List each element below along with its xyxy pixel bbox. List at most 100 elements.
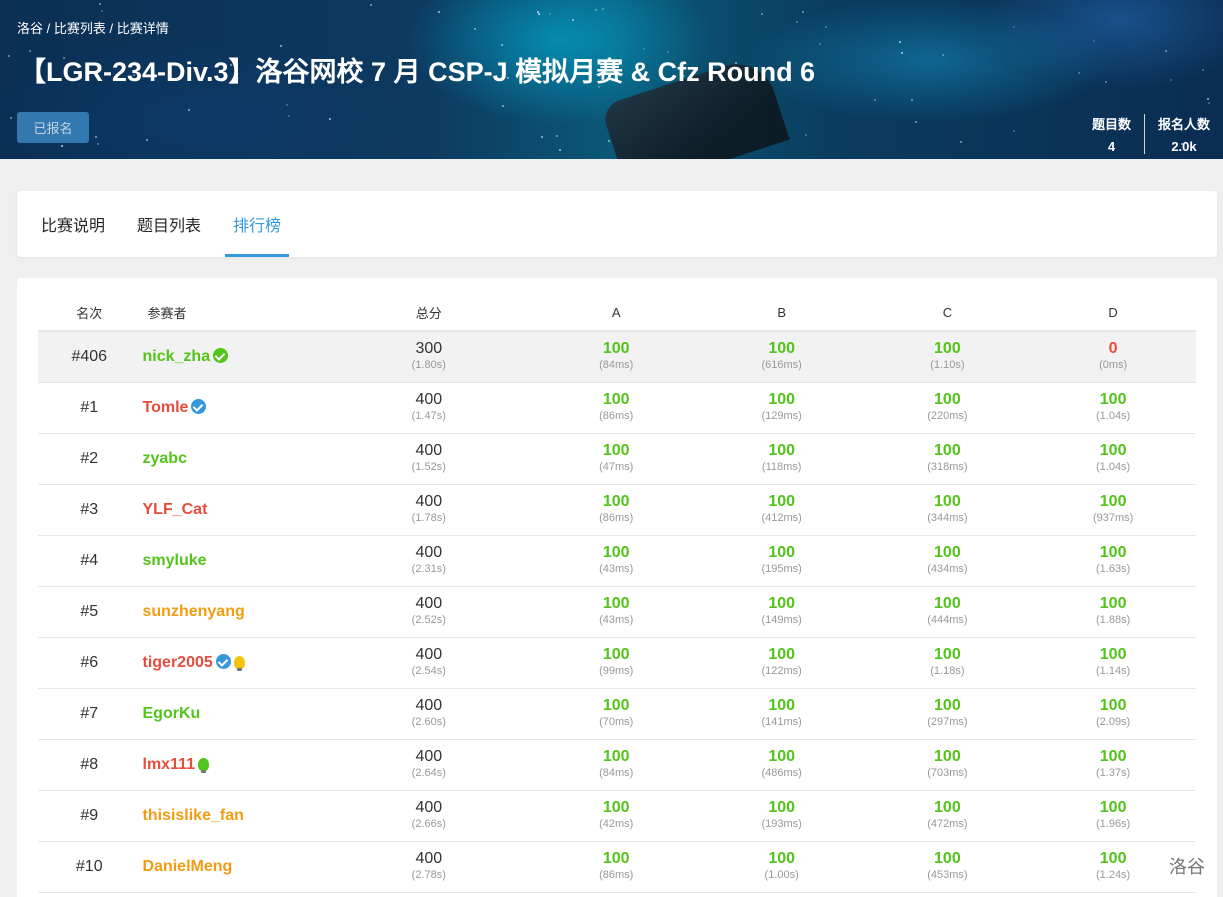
ranklist-row: #5 sunzhenyang 400 (2.52s) 100 (43ms) 100 (149m… xyxy=(38,586,1196,638)
problem-score: 100 xyxy=(768,391,796,408)
ranklist-row-self: #406 nick_zha 300 (1.80s) 100 (84ms) 100 (616ms… xyxy=(38,331,1196,383)
problem-time: (444ms) xyxy=(927,614,968,626)
problem-a-cell: 100 (84ms) xyxy=(533,739,699,791)
header-participant: 参赛者 xyxy=(140,294,324,332)
problem-time: (129ms) xyxy=(761,410,802,422)
problem-time: (141ms) xyxy=(761,716,802,728)
participant-cell: thisislike_fan xyxy=(140,790,324,842)
problem-a-cell: 100 (84ms) xyxy=(533,331,699,383)
problem-c-cell: 100 (1.18s) xyxy=(864,637,1031,689)
registrants-value: 2.0k xyxy=(1171,139,1197,154)
banner-star xyxy=(370,4,372,6)
problem-c-cell: 100 (434ms) xyxy=(864,535,1031,587)
total-time: (1.52s) xyxy=(411,461,446,473)
problem-score: 100 xyxy=(1099,442,1127,459)
breadcrumb-contest-list[interactable]: 比赛列表 xyxy=(54,21,106,36)
tab-ranklist[interactable]: 排行榜 xyxy=(225,191,289,257)
tab-problem-list[interactable]: 题目列表 xyxy=(137,191,201,257)
problem-b-cell: 100 (412ms) xyxy=(698,484,865,536)
problem-b-cell: 100 (118ms) xyxy=(698,433,865,485)
participant-name[interactable]: Tomle xyxy=(143,399,189,416)
header-problem-c[interactable]: C xyxy=(864,294,1031,332)
problem-time: (195ms) xyxy=(761,563,802,575)
banner-star xyxy=(1170,79,1172,81)
participant-name[interactable]: zyabc xyxy=(143,450,187,467)
problem-score: 100 xyxy=(602,748,630,765)
problem-time: (1.96s) xyxy=(1095,818,1131,830)
problem-d-cell: 100 (1.88s) xyxy=(1030,586,1196,638)
banner-star xyxy=(608,140,610,142)
problem-a-cell: 100 (70ms) xyxy=(533,688,699,740)
rank-cell: #406 xyxy=(38,331,141,383)
problem-time: (149ms) xyxy=(761,614,802,626)
banner-star xyxy=(915,121,917,123)
participant-name[interactable]: smyluke xyxy=(143,552,207,569)
rank-cell: #2 xyxy=(38,433,141,485)
participant-name[interactable]: tiger2005 xyxy=(143,654,213,671)
banner-star xyxy=(1013,26,1015,28)
problem-time: (412ms) xyxy=(761,512,802,524)
problem-score: 100 xyxy=(1099,493,1127,510)
registrants-stat: 报名人数 2.0k xyxy=(1143,114,1223,154)
participant-name[interactable]: EgorKu xyxy=(143,705,201,722)
banner-star xyxy=(874,99,876,101)
breadcrumb-home[interactable]: 洛谷 xyxy=(17,21,43,36)
problem-score: 100 xyxy=(602,493,630,510)
problem-time: (86ms) xyxy=(599,410,634,422)
participant-name[interactable]: nick_zha xyxy=(143,348,211,365)
problem-c-cell: 100 (1.10s) xyxy=(864,331,1031,383)
ranklist-row: #4 smyluke 400 (2.31s) 100 (43ms) 100 (195ms) 10… xyxy=(38,535,1196,587)
problem-d-cell: 100 (937ms) xyxy=(1030,484,1196,536)
participant-name[interactable]: lmx111 xyxy=(143,756,196,773)
participant-name[interactable]: YLF_Cat xyxy=(143,501,208,518)
banner-star xyxy=(95,136,97,138)
banner-star xyxy=(188,109,190,111)
participant-cell: YLF_Cat xyxy=(140,484,324,536)
tab-description[interactable]: 比赛说明 xyxy=(41,191,105,257)
total-score-cell: 400 (2.78s) xyxy=(323,841,534,893)
participant-cell: sunzhenyang xyxy=(140,586,324,638)
problem-b-cell: 100 (616ms) xyxy=(698,331,865,383)
total-score: 400 xyxy=(415,544,443,561)
rank-cell: #9 xyxy=(38,790,141,842)
problem-time: (1.37s) xyxy=(1095,767,1131,779)
total-score-cell: 400 (2.54s) xyxy=(323,637,534,689)
problem-score: 100 xyxy=(1099,544,1127,561)
problem-time: (220ms) xyxy=(927,410,968,422)
banner-star xyxy=(901,52,903,54)
banner-star xyxy=(825,26,827,28)
participant-name[interactable]: thisislike_fan xyxy=(143,807,244,824)
total-score-cell: 400 (1.47s) xyxy=(323,382,534,434)
header-rank: 名次 xyxy=(38,294,141,332)
banner-star xyxy=(99,3,101,5)
lightbulb-icon xyxy=(198,757,209,773)
problem-score: 100 xyxy=(934,748,961,765)
total-time: (2.66s) xyxy=(411,818,446,830)
ranklist-body: #406 nick_zha 300 (1.80s) 100 (84ms) 100 (616ms… xyxy=(38,331,1196,893)
ranklist-row: #9 thisislike_fan 400 (2.66s) 100 (42ms) 100 (1… xyxy=(38,790,1196,842)
participant-name[interactable]: DanielMeng xyxy=(143,858,233,875)
total-score-cell: 400 (2.66s) xyxy=(323,790,534,842)
banner-star xyxy=(538,13,540,15)
verified-check-icon xyxy=(191,398,207,414)
contest-tabs: 比赛说明 题目列表 排行榜 xyxy=(17,191,1217,257)
banner-star xyxy=(942,54,944,56)
header-problem-d[interactable]: D xyxy=(1030,294,1196,332)
registered-button[interactable]: 已报名 xyxy=(17,112,89,143)
problem-score: 0 xyxy=(1108,340,1118,358)
participant-name[interactable]: sunzhenyang xyxy=(143,603,245,620)
total-score-cell: 400 (2.64s) xyxy=(323,739,534,791)
problem-c-cell: 100 (344ms) xyxy=(864,484,1031,536)
problem-time: (1.18s) xyxy=(930,665,965,677)
banner-star xyxy=(97,143,99,145)
banner-star xyxy=(556,135,558,137)
verified-check-icon xyxy=(215,653,231,669)
problem-d-cell: 100 (2.09s) xyxy=(1030,688,1196,740)
problem-score: 100 xyxy=(934,595,961,612)
banner-star xyxy=(10,117,12,119)
problem-time: (486ms) xyxy=(761,767,802,779)
header-problem-b[interactable]: B xyxy=(698,294,865,332)
header-problem-a[interactable]: A xyxy=(533,294,699,332)
breadcrumb: 洛谷 / 比赛列表 / 比赛详情 xyxy=(17,21,169,36)
ranklist-row: #6 tiger2005 400 (2.54s) 100 (99ms) 100 (122ms)… xyxy=(38,637,1196,689)
